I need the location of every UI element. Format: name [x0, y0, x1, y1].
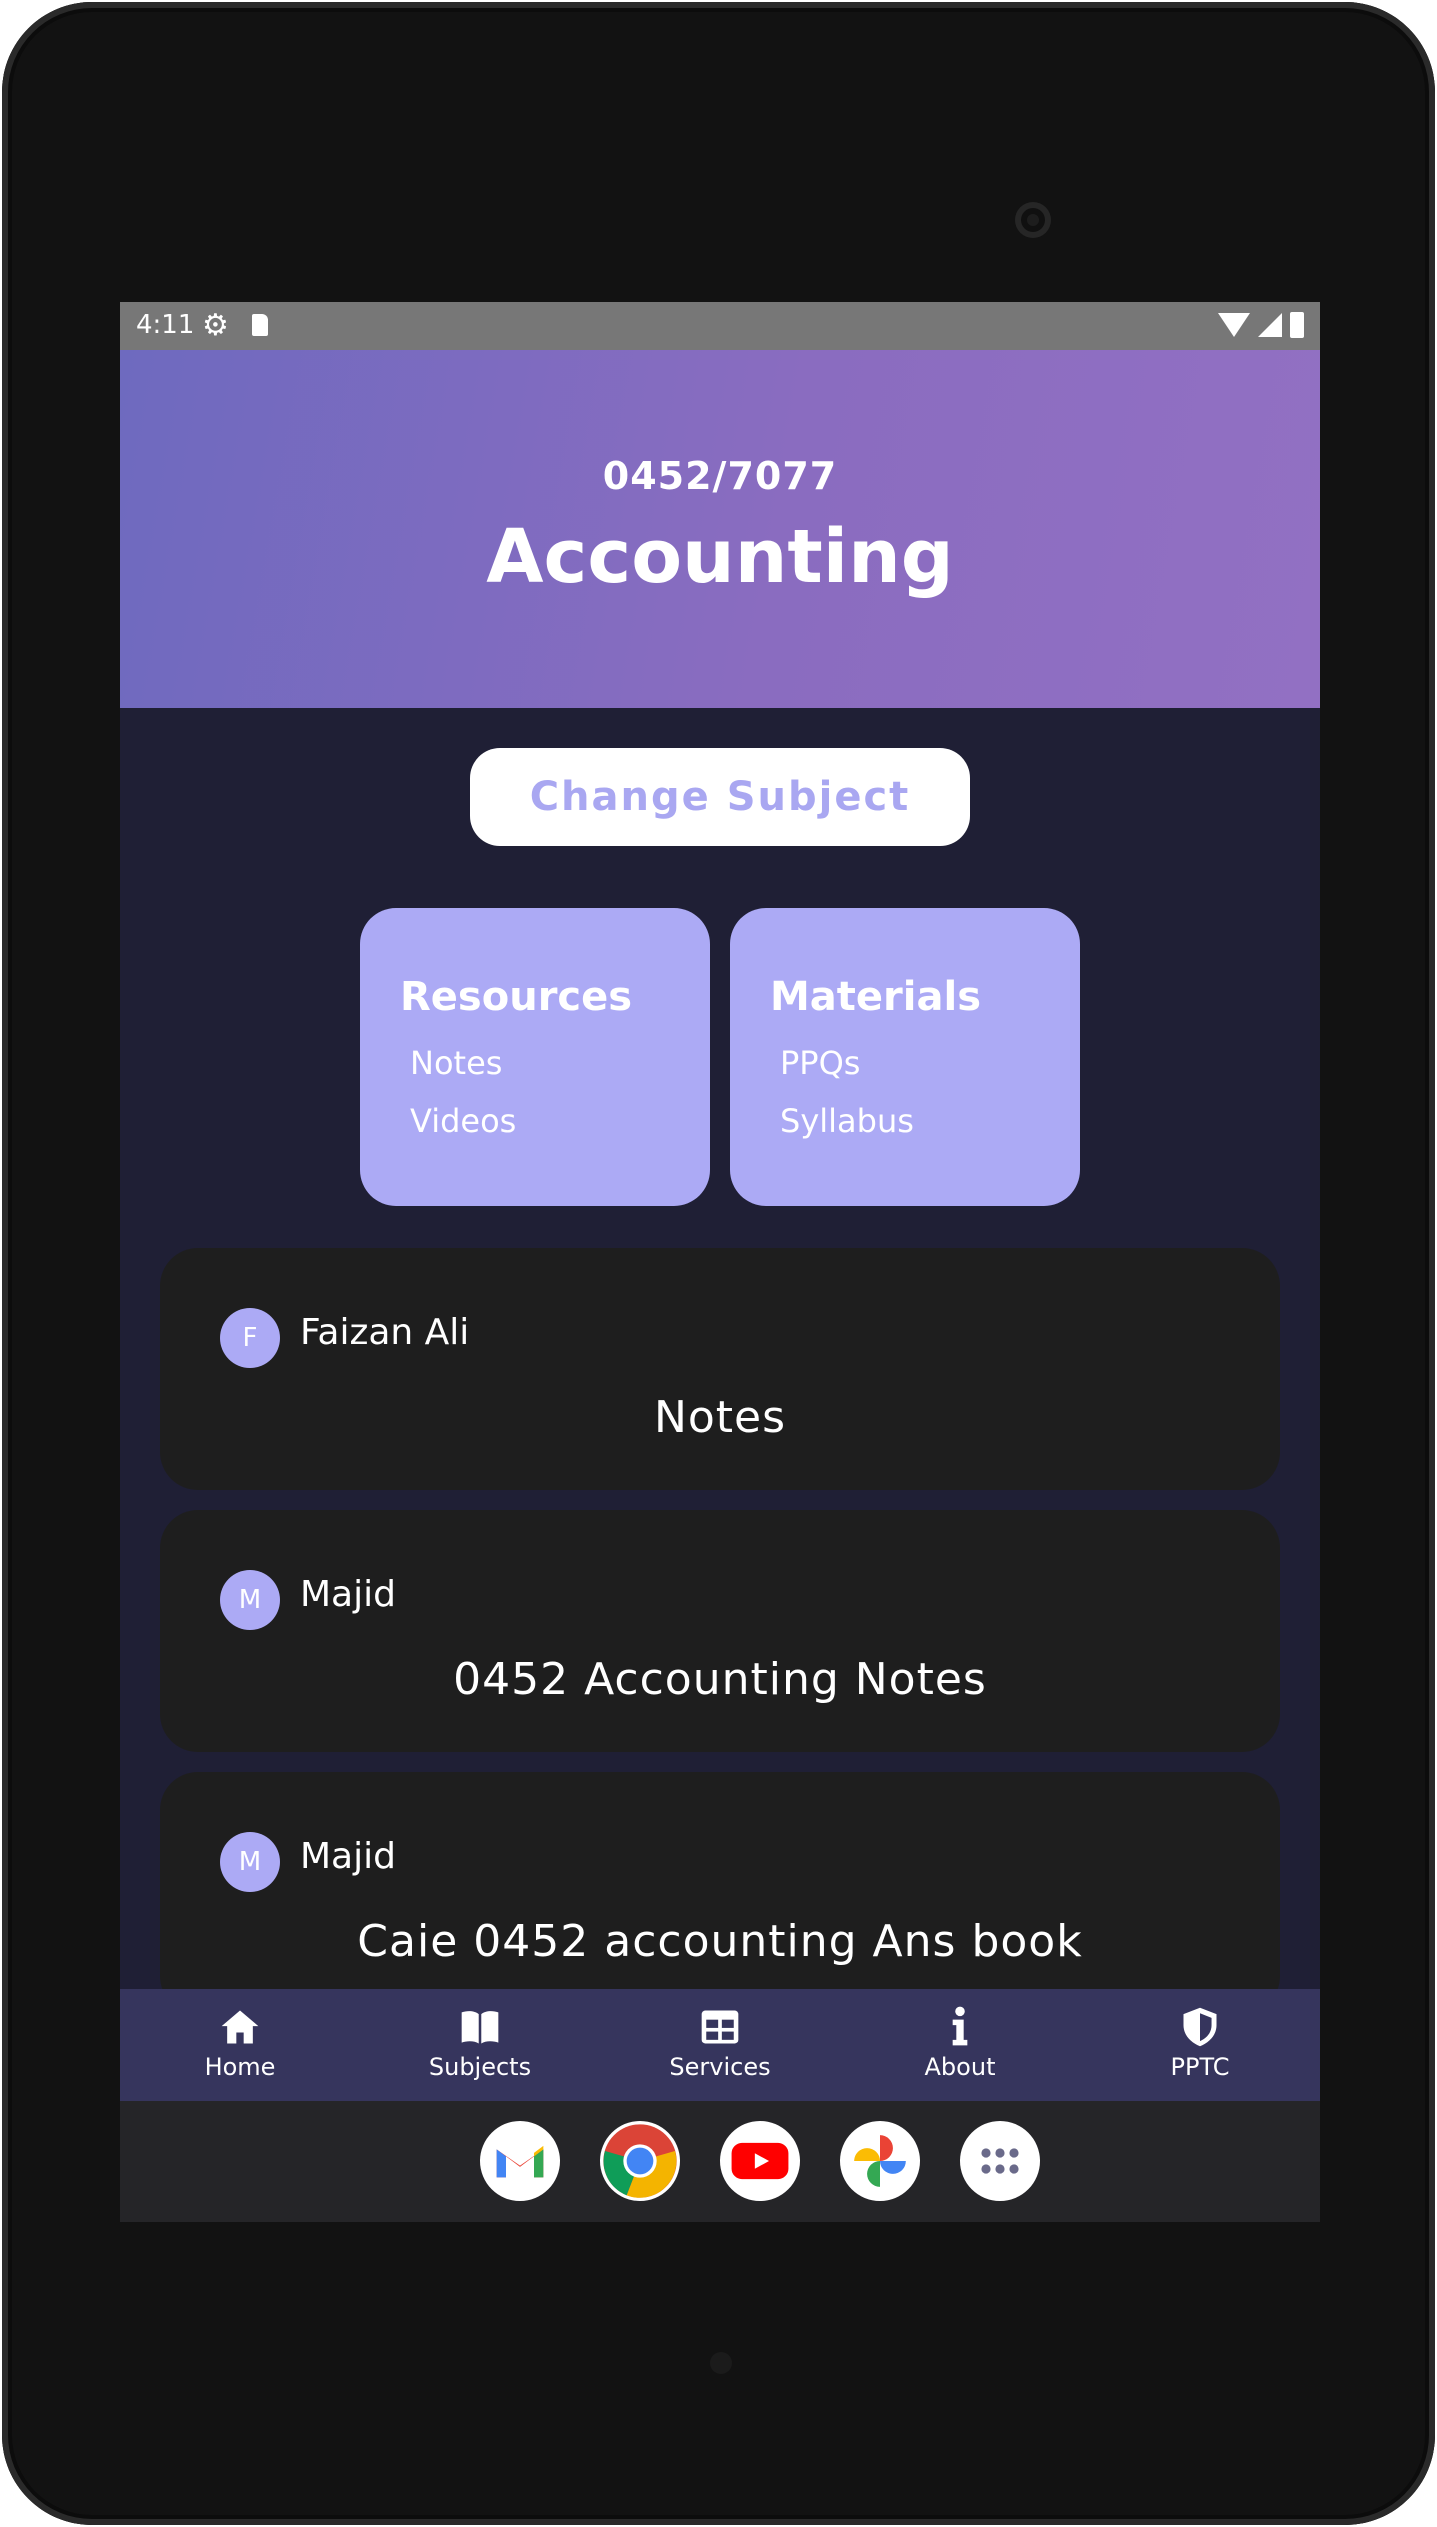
nav-label: Services [669, 2053, 771, 2081]
gmail-icon[interactable] [480, 2121, 560, 2201]
youtube-icon[interactable] [720, 2121, 800, 2201]
post-author: Majid [300, 1574, 396, 1615]
subject-code: 0452/7077 [602, 454, 838, 498]
materials-card[interactable]: Materials PPQs Syllabus [730, 908, 1080, 1206]
nav-subjects[interactable]: Subjects [360, 1989, 600, 2101]
materials-title: Materials [770, 974, 981, 1020]
videos-link[interactable]: Videos [410, 1102, 516, 1140]
chrome-logo [603, 2124, 677, 2198]
status-time: 4:11 [136, 310, 195, 340]
syllabus-link[interactable]: Syllabus [780, 1102, 914, 1140]
photos-logo [854, 2135, 906, 2187]
grid-icon [701, 2010, 739, 2044]
post-title: 0452 Accounting Notes [453, 1654, 987, 1705]
tablet-frame: 4:11 ⚙ 0452/7077 Accounting Change Subje… [2, 2, 1435, 2525]
post-author: Faizan Ali [300, 1312, 470, 1353]
change-subject-button[interactable]: Change Subject [470, 748, 970, 846]
nav-label: About [924, 2053, 996, 2081]
nav-label: Subjects [428, 2053, 532, 2081]
avatar: M [220, 1570, 280, 1630]
nav-home[interactable]: Home [120, 1989, 360, 2101]
avatar: F [220, 1308, 280, 1368]
shield-icon [1183, 2007, 1217, 2047]
app-screen: 4:11 ⚙ 0452/7077 Accounting Change Subje… [120, 302, 1320, 2222]
post-card[interactable]: M Majid Caie 0452 accounting Ans book [160, 1772, 1280, 2014]
cell-signal-icon [1258, 313, 1282, 337]
bottom-navigation: Home Subjects Services About PPTC [120, 1989, 1320, 2101]
system-dock [120, 2101, 1320, 2222]
status-icons [1218, 312, 1304, 338]
wifi-icon [1218, 313, 1250, 337]
ppqs-link[interactable]: PPQs [780, 1044, 860, 1082]
post-author: Majid [300, 1836, 396, 1877]
post-title: Notes [653, 1392, 787, 1443]
gmail-logo [496, 2145, 544, 2178]
subject-header: 0452/7077 Accounting [120, 350, 1320, 708]
nav-label: Home [204, 2053, 276, 2081]
status-bar: 4:11 ⚙ [120, 302, 1320, 350]
resources-title: Resources [400, 974, 633, 1020]
settings-gear-icon: ⚙ [202, 308, 229, 343]
sd-card-icon [252, 314, 268, 336]
nav-pptc[interactable]: PPTC [1080, 1989, 1320, 2101]
resources-card[interactable]: Resources Notes Videos [360, 908, 710, 1206]
avatar: M [220, 1832, 280, 1892]
nav-label: PPTC [1170, 2053, 1230, 2081]
post-card[interactable]: M Majid 0452 Accounting Notes [160, 1510, 1280, 1752]
book-icon [461, 2011, 499, 2044]
post-title: Caie 0452 accounting Ans book [357, 1916, 1083, 1967]
info-icon [952, 2006, 968, 2046]
home-icon [221, 2010, 259, 2044]
battery-icon [1290, 312, 1304, 338]
nav-about[interactable]: About [840, 1989, 1080, 2101]
front-camera [1015, 202, 1051, 238]
dots-grid [981, 2148, 1019, 2174]
chrome-icon[interactable] [600, 2121, 680, 2201]
post-card[interactable]: F Faizan Ali Notes [160, 1248, 1280, 1490]
app-drawer-icon[interactable] [960, 2121, 1040, 2201]
device-sensor [710, 2352, 732, 2374]
youtube-logo [731, 2142, 789, 2180]
photos-icon[interactable] [840, 2121, 920, 2201]
notes-link[interactable]: Notes [410, 1044, 502, 1082]
page-title: Accounting [486, 514, 954, 600]
nav-services[interactable]: Services [600, 1989, 840, 2101]
